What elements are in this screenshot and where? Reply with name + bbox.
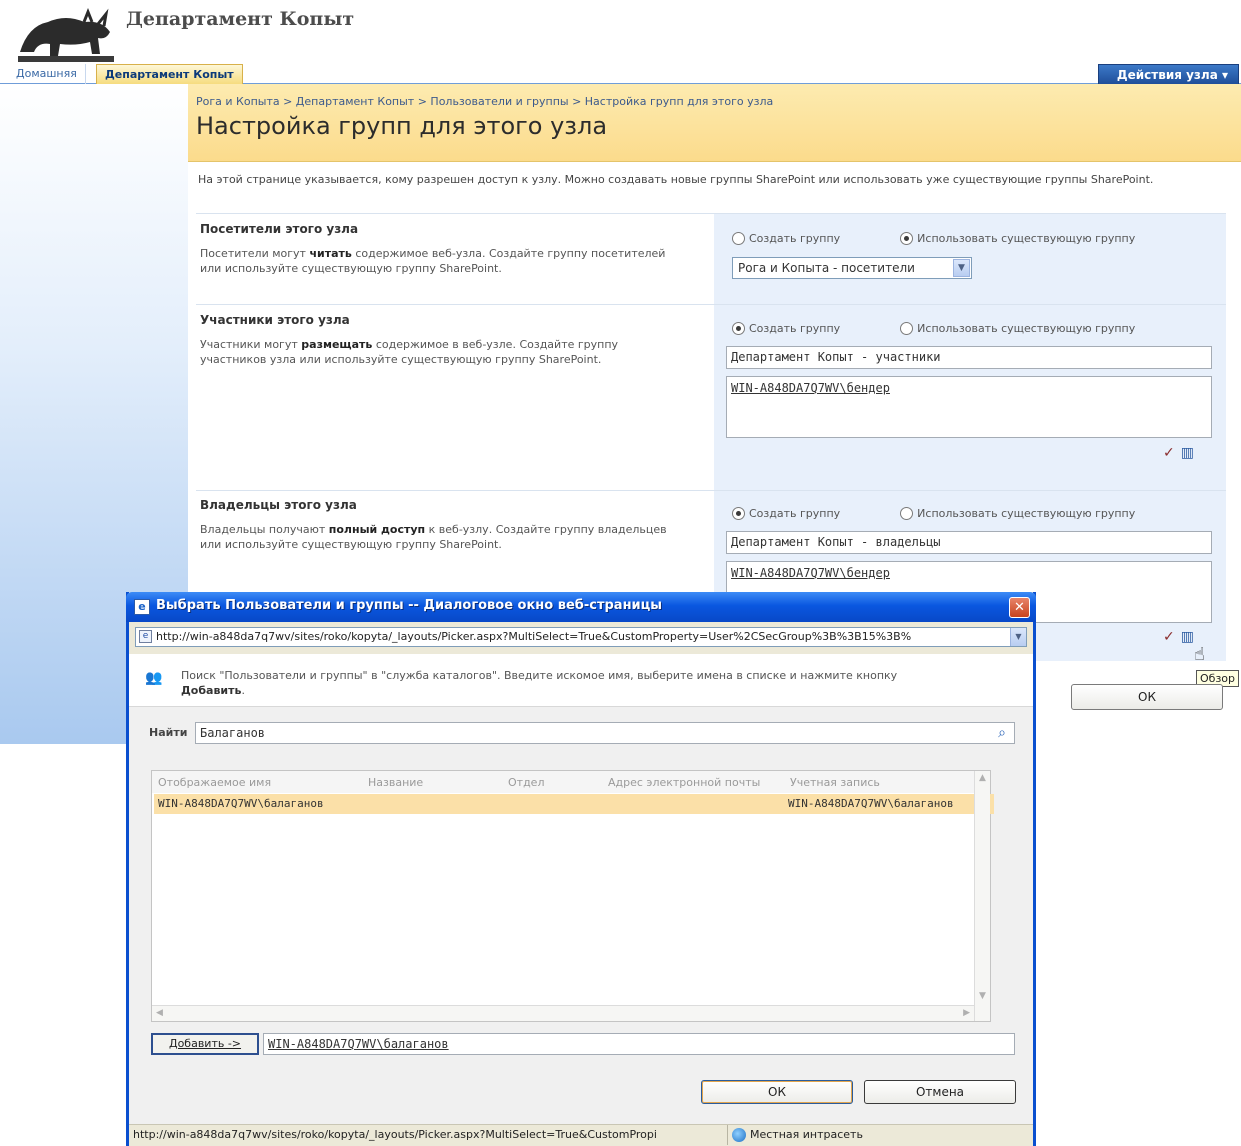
status-url: http://win-a848da7q7wv/sites/roko/kopyta… — [133, 1128, 657, 1141]
dialog-address-url: http://win-a848da7q7wv/sites/roko/kopyta… — [156, 630, 912, 643]
members-create-radio[interactable] — [732, 322, 745, 335]
search-icon[interactable]: ⌕ — [991, 723, 1013, 743]
tab-current-site[interactable]: Департамент Копыт — [96, 64, 243, 84]
check-names-icon[interactable]: ✓ — [1163, 445, 1181, 461]
result-display-name: WIN-A848DA7Q7WV\балаганов — [158, 797, 324, 810]
visitors-create-radio[interactable] — [732, 232, 745, 245]
owners-section-title: Владельцы этого узла — [200, 498, 357, 512]
column-display-name[interactable]: Отображаемое имя — [158, 776, 271, 789]
visitors-section-description: Посетители могут читать содержимое веб-у… — [200, 247, 666, 275]
vertical-scrollbar[interactable]: ▲ ▼ — [974, 771, 990, 1021]
members-group-options: Создать группу Использовать существующую… — [732, 322, 1135, 335]
visitors-use-existing-label: Использовать существующую группу — [917, 232, 1136, 245]
visitors-group-options: Создать группу Использовать существующую… — [732, 232, 1135, 245]
chevron-down-icon[interactable]: ▼ — [1010, 628, 1026, 646]
members-create-label: Создать группу — [749, 322, 841, 335]
browser-app-icon: e — [134, 599, 150, 615]
scroll-right-icon[interactable]: ▶ — [963, 1008, 970, 1018]
site-title: Департамент Копыт — [126, 8, 355, 30]
members-picker-actions: ✓▥ — [1163, 445, 1200, 461]
find-label: Найти — [149, 726, 188, 739]
security-zone-label: Местная интрасеть — [750, 1128, 863, 1141]
members-group-name-input[interactable]: Департамент Копыт - участники — [726, 346, 1212, 369]
results-header: Отображаемое имя Название Отдел Адрес эл… — [152, 771, 990, 793]
members-use-existing-label: Использовать существующую группу — [917, 322, 1136, 335]
selected-user[interactable]: WIN-A848DA7Q7WV\балаганов — [268, 1037, 449, 1051]
owners-section-description: Владельцы получают полный доступ к веб-у… — [200, 523, 667, 551]
top-navigation: Домашняя Департамент Копыт Действия узла… — [0, 64, 1241, 85]
visitors-create-label: Создать группу — [749, 232, 841, 245]
column-department[interactable]: Отдел — [508, 776, 544, 789]
members-person[interactable]: WIN-A848DA7Q7WV\бендер — [731, 381, 890, 395]
column-title[interactable]: Название — [368, 776, 423, 789]
members-people-picker[interactable]: WIN-A848DA7Q7WV\бендер — [726, 376, 1212, 438]
visitors-group-select[interactable]: Рога и Копыта - посетители ▼ — [732, 257, 972, 279]
breadcrumb[interactable]: Рога и Копыта > Департамент Копыт > Поль… — [196, 95, 773, 108]
dialog-cancel-button[interactable]: Отмена — [864, 1080, 1016, 1104]
dialog-address-bar[interactable]: e http://win-a848da7q7wv/sites/roko/kopy… — [135, 627, 1027, 647]
column-email[interactable]: Адрес электронной почты — [608, 776, 760, 789]
dialog-ok-button[interactable]: ОК — [701, 1080, 853, 1104]
page-icon: e — [139, 630, 152, 643]
dialog-instructions: Поиск "Пользователи и группы" в "служба … — [181, 669, 898, 697]
check-names-icon[interactable]: ✓ — [1163, 629, 1181, 645]
visitors-use-existing-radio[interactable] — [900, 232, 914, 245]
owners-picker-actions: ✓▥ — [1163, 629, 1200, 645]
owners-use-existing-radio[interactable] — [900, 507, 914, 520]
members-section-description: Участники могут размещать содержимое в в… — [200, 338, 619, 366]
scroll-left-icon[interactable]: ◀ — [156, 1008, 163, 1018]
add-button[interactable]: Добавить -> — [151, 1033, 259, 1055]
page-description: На этой странице указывается, кому разре… — [198, 173, 1154, 186]
members-section-title: Участники этого узла — [200, 313, 350, 327]
owners-create-label: Создать группу — [749, 507, 841, 520]
page-title: Настройка групп для этого узла — [196, 112, 608, 140]
dialog-title: Выбрать Пользователи и группы -- Диалого… — [156, 598, 663, 613]
scroll-down-icon[interactable]: ▼ — [979, 991, 986, 1001]
column-account[interactable]: Учетная запись — [790, 776, 880, 789]
results-list: Отображаемое имя Название Отдел Адрес эл… — [151, 770, 994, 1022]
people-icon: 👥 — [145, 670, 163, 686]
close-icon[interactable]: ✕ — [1009, 597, 1030, 618]
people-picker-dialog: e Выбрать Пользователи и группы -- Диало… — [126, 592, 1036, 1146]
owners-group-options: Создать группу Использовать существующую… — [732, 507, 1135, 520]
table-row[interactable]: WIN-A848DA7Q7WV\балаганов WIN-A848DA7Q7W… — [154, 794, 994, 814]
globe-icon — [732, 1128, 746, 1142]
hand-cursor-icon: ☝ — [1194, 644, 1205, 665]
owners-use-existing-label: Использовать существующую группу — [917, 507, 1136, 520]
dialog-titlebar[interactable]: e Выбрать Пользователи и группы -- Диало… — [126, 592, 1036, 622]
visitors-selected-group: Рога и Копыта - посетители — [738, 261, 915, 275]
browse-book-icon[interactable]: ▥ — [1181, 629, 1200, 645]
browse-book-icon[interactable]: ▥ — [1181, 445, 1200, 461]
site-logo — [18, 8, 114, 62]
visitors-section-title: Посетители этого узла — [200, 222, 359, 236]
result-account: WIN-A848DA7Q7WV\балаганов — [788, 797, 954, 810]
security-zone: Местная интрасеть — [727, 1125, 863, 1145]
chevron-down-icon[interactable]: ▼ — [953, 259, 970, 277]
tab-home[interactable]: Домашняя — [8, 64, 86, 84]
owners-person[interactable]: WIN-A848DA7Q7WV\бендер — [731, 566, 890, 580]
dialog-status-bar: http://win-a848da7q7wv/sites/roko/kopyta… — [129, 1124, 1033, 1146]
owners-create-radio[interactable] — [732, 507, 745, 520]
search-input[interactable]: Балаганов — [195, 722, 1015, 744]
site-actions-menu[interactable]: Действия узла ▾ — [1097, 64, 1239, 85]
ok-button[interactable]: ОК — [1071, 684, 1223, 710]
selected-users-field[interactable]: WIN-A848DA7Q7WV\балаганов — [263, 1033, 1015, 1055]
horizontal-scrollbar[interactable]: ◀ ▶ — [152, 1005, 974, 1021]
scroll-up-icon[interactable]: ▲ — [979, 773, 986, 783]
owners-group-name-input[interactable]: Департамент Копыт - владельцы — [726, 531, 1212, 554]
members-use-existing-radio[interactable] — [900, 322, 914, 335]
